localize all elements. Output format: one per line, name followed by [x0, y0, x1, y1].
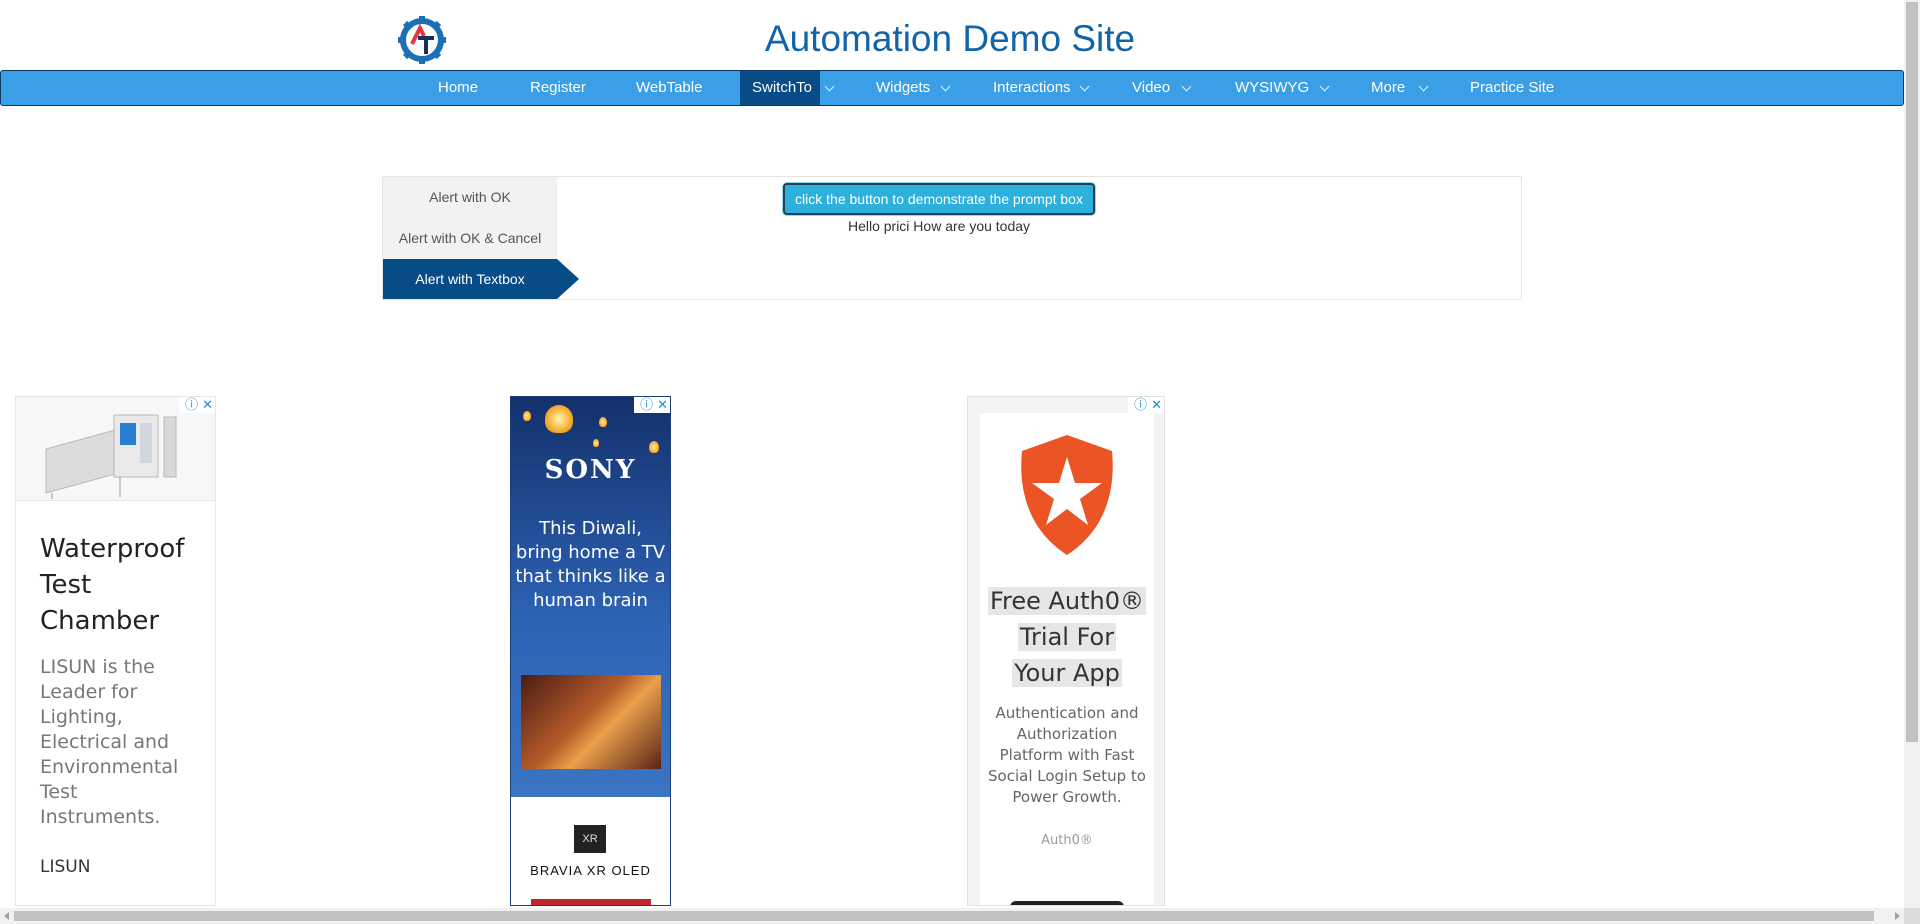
vertical-scrollbar-thumb[interactable] — [1906, 2, 1918, 742]
sony-logo: SONY — [544, 455, 637, 485]
ad-close-icon[interactable]: ✕ — [657, 397, 668, 412]
ad-close-icon[interactable]: ✕ — [1151, 397, 1162, 412]
nav-item-interactions[interactable]: Interactions — [993, 71, 1071, 105]
chevron-down-icon[interactable] — [1418, 81, 1429, 92]
ad-info-icon[interactable]: ⓘ — [1134, 397, 1147, 412]
ad-sony[interactable]: SONY This Diwali, bring home a TV that t… — [510, 396, 671, 906]
nav-item-register[interactable]: Register — [530, 71, 586, 105]
nav-item-wysiwyg[interactable]: WYSIWYG — [1235, 71, 1309, 105]
ad-photo — [521, 675, 661, 769]
ad-card: Free Auth0® Trial For Your App Authentic… — [980, 413, 1154, 905]
scrollbar-corner — [1904, 908, 1920, 924]
prompt-box-button[interactable]: click the button to demonstrate the prom… — [783, 183, 1095, 215]
lantern-icon — [649, 441, 659, 453]
ad-brand: BRAVIA XR OLED — [530, 863, 651, 878]
ad-headline-line: Your App — [1012, 659, 1122, 687]
nav-item-widgets[interactable]: Widgets — [876, 71, 930, 105]
ad-headline-line: Trial For — [1017, 623, 1117, 651]
prompt-result-text: Hello prici How are you today — [847, 218, 1031, 234]
ad-controls: ⓘ ✕ — [634, 397, 670, 413]
ad-banner-strip — [531, 899, 651, 905]
chevron-down-icon[interactable] — [1079, 81, 1090, 92]
alert-tabs: Alert with OK Alert with OK & Cancel Ale… — [383, 177, 579, 299]
nav-item-practice-site[interactable]: Practice Site — [1470, 71, 1554, 105]
scroll-right-icon[interactable] — [1895, 912, 1900, 920]
vertical-scrollbar[interactable] — [1904, 0, 1920, 908]
ad-body-text: LISUN is the Leader for Lighting, Electr… — [40, 656, 179, 828]
gear-logo-icon[interactable] — [396, 14, 448, 66]
horizontal-scrollbar-thumb[interactable] — [14, 911, 1874, 921]
ad-footer: XR BRAVIA XR OLED — [511, 797, 670, 905]
ad-close-icon[interactable]: ✕ — [202, 397, 213, 412]
ad-lisun[interactable]: ⓘ ✕ Waterproof Test Chamber LISUN is the … — [15, 396, 216, 906]
nav-item-video[interactable]: Video — [1132, 71, 1170, 105]
tab-alert-with-textbox[interactable]: Alert with Textbox — [383, 259, 579, 299]
nav-item-switchto[interactable]: SwitchTo — [740, 71, 820, 105]
ad-brand[interactable]: Auth0® — [980, 833, 1154, 848]
lantern-icon — [599, 417, 607, 427]
ad-headline: This Diwali, bring home a TV that thinks… — [515, 518, 666, 611]
chevron-down-icon[interactable] — [1319, 81, 1330, 92]
alerts-panel: Alert with OK Alert with OK & Cancel Ale… — [382, 176, 1522, 300]
nav-item-home[interactable]: Home — [438, 71, 478, 105]
ad-controls: ⓘ ✕ — [179, 397, 215, 413]
chevron-down-icon[interactable] — [940, 81, 951, 92]
ad-cta-button[interactable] — [1010, 901, 1124, 905]
chevron-down-icon[interactable] — [824, 81, 835, 92]
ad-headline-line: Free Auth0® — [987, 587, 1147, 615]
page: Automation Demo Site Home Register WebTa… — [0, 0, 1920, 924]
ad-info-icon[interactable]: ⓘ — [185, 397, 198, 412]
ad-body-text: Authentication and Authorization Platfor… — [988, 704, 1146, 806]
auth0-shield-icon — [1021, 435, 1113, 555]
xr-badge: XR — [574, 825, 606, 853]
lantern-icon — [545, 405, 573, 433]
nav-item-webtable[interactable]: WebTable — [636, 71, 702, 105]
main-navbar: Home Register WebTable SwitchTo Widgets … — [0, 70, 1904, 106]
lantern-icon — [593, 439, 599, 447]
nav-item-more[interactable]: More — [1371, 71, 1405, 105]
tab-alert-with-ok[interactable]: Alert with OK — [383, 177, 557, 217]
lantern-icon — [523, 411, 531, 421]
ad-auth0[interactable]: Free Auth0® Trial For Your App Authentic… — [967, 396, 1165, 906]
scroll-left-icon[interactable] — [4, 912, 9, 920]
ad-info-icon[interactable]: ⓘ — [640, 397, 653, 412]
chevron-down-icon[interactable] — [1181, 81, 1192, 92]
ad-brand[interactable]: LISUN — [40, 857, 90, 877]
horizontal-scrollbar[interactable] — [0, 908, 1904, 924]
ad-controls: ⓘ ✕ — [1128, 397, 1164, 413]
tab-alert-with-ok-cancel[interactable]: Alert with OK & Cancel — [383, 218, 557, 258]
ad-headline[interactable]: Free Auth0® Trial For Your App — [980, 583, 1154, 691]
ad-headline[interactable]: Waterproof Test Chamber — [40, 531, 210, 639]
site-title: Automation Demo Site — [764, 18, 1136, 59]
